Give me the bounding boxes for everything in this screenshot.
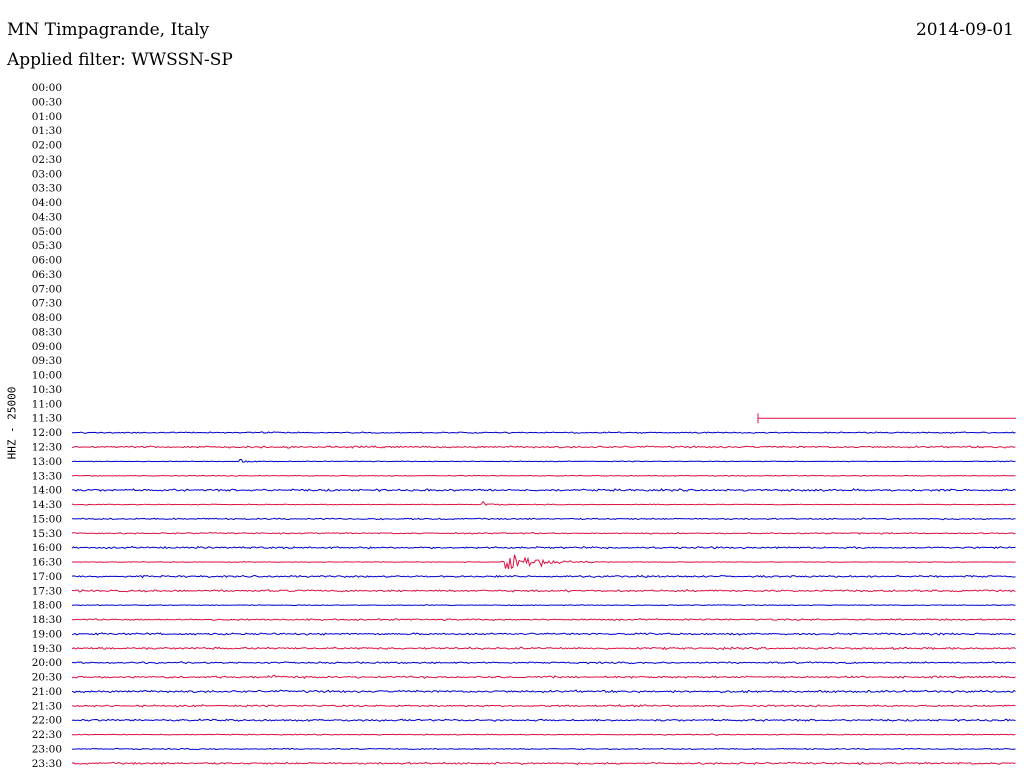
row-time-label: 00:00 — [32, 82, 62, 94]
trace-1530 — [71, 531, 1016, 535]
row-time-label: 07:30 — [32, 298, 62, 310]
row-time-label: 09:30 — [32, 355, 62, 367]
row-time-label: 02:00 — [32, 140, 62, 152]
row-time-label: 18:00 — [32, 600, 62, 612]
row-time-label: 03:30 — [32, 183, 62, 195]
row-time-label: 09:00 — [32, 341, 62, 353]
trace-1500 — [71, 517, 1016, 521]
row-time-label: 17:00 — [32, 571, 62, 583]
trace-1230 — [71, 445, 1016, 449]
trace-1130 — [757, 413, 1016, 424]
row-time-label: 12:00 — [32, 427, 62, 439]
row-time-label: 19:30 — [32, 643, 62, 655]
row-time-label: 19:00 — [32, 628, 62, 640]
row-time-label: 15:30 — [32, 528, 62, 540]
trace-1330 — [71, 474, 1016, 477]
trace-1600 — [71, 545, 1016, 550]
row-time-label: 23:00 — [32, 743, 62, 755]
trace-2100 — [71, 689, 1016, 694]
row-time-label: 13:00 — [32, 456, 62, 468]
trace-1730 — [71, 588, 1016, 593]
row-time-label: 16:00 — [32, 542, 62, 554]
row-time-label: 17:30 — [32, 585, 62, 597]
trace-1300 — [71, 458, 1016, 463]
row-time-label: 01:30 — [32, 125, 62, 137]
row-time-label: 10:30 — [32, 384, 62, 396]
row-time-label: 11:00 — [32, 398, 62, 410]
trace-2300 — [71, 747, 1016, 751]
row-time-label: 14:30 — [32, 499, 62, 511]
row-time-label: 05:00 — [32, 226, 62, 238]
row-time-label: 21:30 — [32, 700, 62, 712]
trace-2230 — [71, 733, 1016, 737]
row-time-label: 04:00 — [32, 197, 62, 209]
trace-1900 — [71, 632, 1016, 636]
seismic-traces — [71, 413, 1016, 766]
row-time-label: 14:00 — [32, 485, 62, 497]
trace-2330 — [71, 761, 1016, 766]
helicorder-plot: 00:00 00:30 01:00 01:30 02:00 02:30 03:00 03:30… — [32, 82, 1016, 770]
trace-2130 — [71, 704, 1016, 708]
row-time-label: 22:00 — [32, 715, 62, 727]
row-time-label: 20:30 — [32, 672, 62, 684]
row-labels: 00:00 00:30 01:00 01:30 02:00 02:30 03:00 03:30… — [32, 82, 62, 770]
trace-1700 — [71, 574, 1016, 579]
row-time-label: 21:00 — [32, 686, 62, 698]
row-time-label: 00:30 — [32, 96, 62, 108]
row-time-label: 23:30 — [32, 758, 62, 770]
row-time-label: 15:00 — [32, 513, 62, 525]
row-time-label: 12:30 — [32, 442, 62, 454]
row-time-label: 03:00 — [32, 168, 62, 180]
row-time-label: 11:30 — [32, 413, 62, 425]
trace-1430 — [71, 500, 1016, 507]
trace-1830 — [71, 618, 1016, 622]
row-time-label: 08:30 — [32, 326, 62, 338]
row-time-label: 20:00 — [32, 657, 62, 669]
trace-1800 — [71, 604, 1016, 607]
trace-1930 — [71, 646, 1016, 651]
row-time-label: 13:30 — [32, 470, 62, 482]
row-time-label: 07:00 — [32, 283, 62, 295]
row-time-label: 05:30 — [32, 240, 62, 252]
row-time-label: 04:30 — [32, 211, 62, 223]
trace-2200 — [71, 718, 1016, 723]
row-time-label: 18:30 — [32, 614, 62, 626]
row-time-label: 08:00 — [32, 312, 62, 324]
row-time-label: 10:00 — [32, 370, 62, 382]
row-time-label: 22:30 — [32, 729, 62, 741]
trace-1400 — [71, 488, 1016, 493]
trace-1200 — [71, 431, 1016, 434]
trace-2030 — [71, 674, 1016, 680]
row-time-label: 01:00 — [32, 111, 62, 123]
row-time-label: 16:30 — [32, 557, 62, 569]
trace-2000 — [71, 661, 1016, 665]
row-time-label: 06:30 — [32, 269, 62, 281]
trace-1630 — [71, 554, 1016, 570]
row-time-label: 06:00 — [32, 255, 62, 267]
row-time-label: 02:30 — [32, 154, 62, 166]
